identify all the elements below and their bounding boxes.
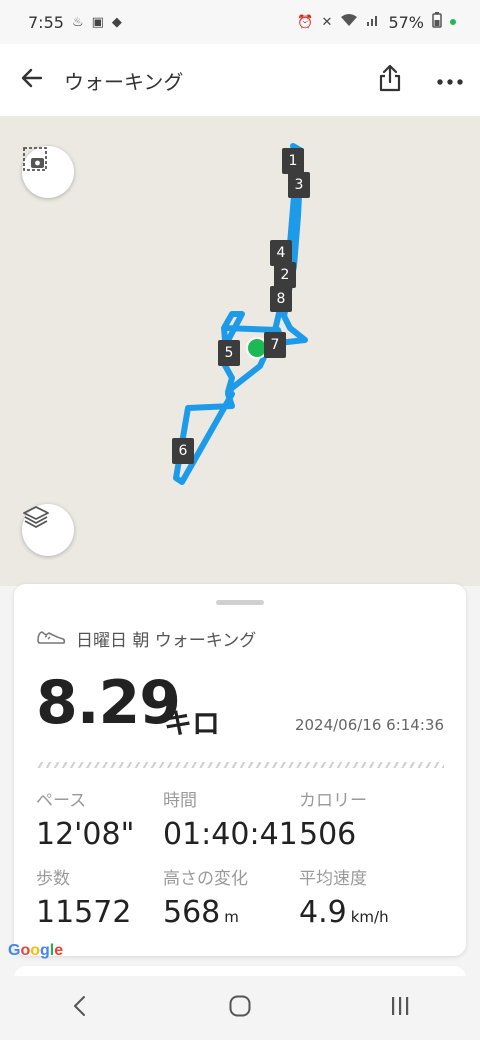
more-button[interactable] bbox=[420, 44, 480, 116]
stat-duration: 時間 01:40:41 bbox=[163, 786, 302, 852]
stat-pace: ペース 12'08" bbox=[36, 786, 138, 852]
split-marker[interactable]: 2 bbox=[274, 262, 296, 288]
stat-steps: 歩数 11572 bbox=[36, 864, 135, 930]
google-logo: Google bbox=[8, 942, 64, 959]
page-title: ウォーキング bbox=[64, 69, 184, 94]
share-icon bbox=[377, 63, 403, 97]
chevron-left-icon bbox=[72, 995, 88, 1021]
distance-unit: キロ bbox=[164, 707, 221, 740]
stat-label: 時間 bbox=[163, 791, 197, 811]
activity-summary-card[interactable]: 日曜日 朝 ウォーキング 8.29 キロ 2024/06/16 6:14:36 … bbox=[14, 584, 466, 956]
stat-label: 高さの変化 bbox=[163, 869, 248, 889]
nav-recents-button[interactable] bbox=[360, 976, 440, 1040]
share-button[interactable] bbox=[360, 44, 420, 116]
stat-value: 4.9 bbox=[299, 895, 347, 930]
stat-calories: カロリー 506 bbox=[299, 786, 367, 852]
stat-label: カロリー bbox=[299, 791, 367, 811]
back-button[interactable] bbox=[0, 44, 64, 116]
shield-icon: ◆ bbox=[111, 14, 122, 30]
alarm-icon: ⏰ bbox=[297, 14, 314, 30]
mute-icon: ✕ bbox=[321, 14, 333, 30]
split-marker[interactable]: 7 bbox=[264, 332, 286, 358]
layers-button[interactable] bbox=[22, 504, 74, 556]
shoe-icon bbox=[36, 627, 66, 651]
split-marker[interactable]: 1 bbox=[282, 148, 304, 174]
battery-icon bbox=[432, 12, 442, 32]
split-marker[interactable]: 3 bbox=[288, 172, 310, 198]
stat-unit: km/h bbox=[350, 908, 389, 926]
route-map[interactable]: 1 3 4 2 8 5 7 6 bbox=[0, 116, 480, 586]
home-icon bbox=[228, 994, 252, 1022]
stat-value: 568 bbox=[163, 895, 221, 930]
app-bar: ウォーキング bbox=[0, 44, 480, 116]
divider bbox=[36, 762, 444, 768]
stat-unit: m bbox=[224, 908, 239, 926]
notification-icon: ♨ bbox=[71, 14, 84, 30]
app-notification-icon: ▣ bbox=[91, 14, 104, 30]
stat-elevation-gain: 高さの変化 568 m bbox=[163, 864, 248, 930]
stat-value: 01:40:41 bbox=[163, 817, 298, 852]
activity-label: 日曜日 朝 ウォーキング bbox=[76, 631, 257, 651]
nav-home-button[interactable] bbox=[200, 976, 280, 1040]
stat-value: 11572 bbox=[36, 895, 132, 930]
stat-label: ペース bbox=[36, 791, 87, 811]
stat-label: 平均速度 bbox=[299, 869, 367, 889]
snapshot-button[interactable] bbox=[22, 146, 74, 198]
more-horizontal-icon bbox=[437, 71, 463, 90]
distance-value: 8.29 bbox=[36, 668, 181, 738]
stat-value: 506 bbox=[299, 817, 357, 852]
activity-datetime: 2024/06/16 6:14:36 bbox=[294, 716, 444, 734]
system-nav-bar bbox=[0, 976, 480, 1040]
signal-icon bbox=[366, 13, 380, 31]
recents-icon bbox=[389, 995, 411, 1021]
wifi-icon bbox=[340, 13, 358, 31]
split-marker[interactable]: 5 bbox=[218, 340, 240, 366]
split-marker[interactable]: 6 bbox=[172, 438, 194, 464]
activity-header: 日曜日 朝 ウォーキング bbox=[36, 626, 256, 651]
status-time: 7:55 bbox=[28, 12, 64, 32]
drag-handle[interactable] bbox=[216, 600, 264, 605]
stat-label: 歩数 bbox=[36, 869, 70, 889]
status-bar: 7:55 ♨ ▣ ◆ ⏰ ✕ 57% bbox=[0, 0, 480, 44]
privacy-dot bbox=[450, 19, 456, 25]
battery-percent: 57% bbox=[388, 12, 424, 32]
arrow-left-icon bbox=[19, 65, 45, 95]
split-marker[interactable]: 8 bbox=[270, 286, 292, 312]
stat-value: 12'08" bbox=[36, 817, 135, 852]
route-line bbox=[173, 143, 308, 485]
nav-back-button[interactable] bbox=[40, 976, 120, 1040]
stat-average-speed: 平均速度 4.9 km/h bbox=[299, 864, 389, 930]
